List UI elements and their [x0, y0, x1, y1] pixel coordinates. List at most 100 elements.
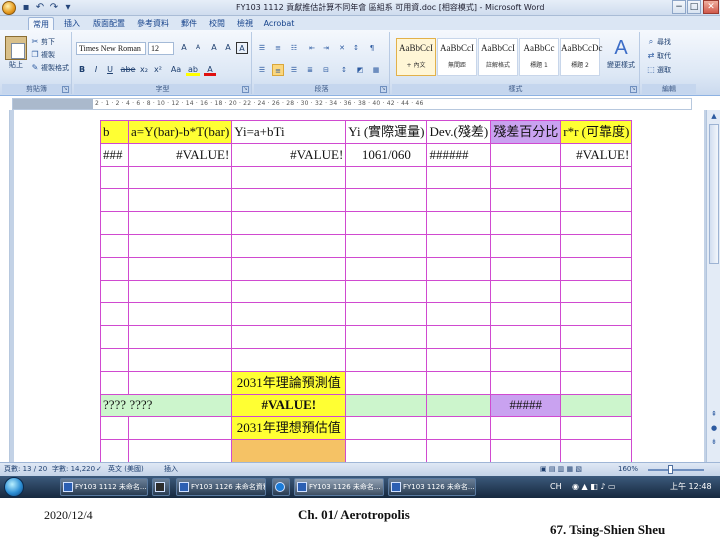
- asian-layout-icon[interactable]: ✕: [336, 42, 348, 54]
- tab-mailings[interactable]: 郵件: [178, 17, 200, 30]
- office-button[interactable]: [2, 1, 16, 15]
- table-cell[interactable]: [231, 279, 347, 304]
- decrease-indent-icon[interactable]: ⇤: [306, 42, 318, 54]
- phonetic-guide-button[interactable]: A: [222, 42, 234, 54]
- browse-object-icon[interactable]: ●: [709, 424, 719, 432]
- table-cell[interactable]: [127, 233, 233, 258]
- font-color-button[interactable]: A: [204, 64, 216, 76]
- style-heading-1[interactable]: AaBbCc 標題 1: [519, 38, 559, 76]
- tab-acrobat[interactable]: Acrobat: [262, 17, 296, 30]
- zoom-level[interactable]: 160%: [618, 463, 638, 476]
- minimize-button[interactable]: −: [672, 0, 686, 14]
- table-cell[interactable]: [231, 211, 347, 235]
- word-count[interactable]: 字數: 14,220: [52, 463, 95, 476]
- align-center-icon[interactable]: ≡: [272, 64, 284, 76]
- language-status[interactable]: 英文 (美國): [108, 463, 144, 476]
- table-cell[interactable]: [490, 279, 562, 304]
- subscript-button[interactable]: x₂: [138, 64, 150, 76]
- document-page[interactable]: b a=Y(bar)-b*T(bar) Yi=a+bTi Yi (實際運量) D…: [14, 110, 704, 463]
- table-cell[interactable]: [100, 211, 129, 235]
- table-cell[interactable]: [490, 370, 562, 395]
- table-cell[interactable]: ######: [426, 142, 492, 167]
- table-cell[interactable]: b: [100, 120, 129, 144]
- table-cell[interactable]: [127, 325, 233, 349]
- table-cell[interactable]: [560, 347, 633, 372]
- table-cell[interactable]: [490, 211, 562, 235]
- table-cell[interactable]: [100, 256, 129, 281]
- clipboard-launcher[interactable]: ↘: [62, 86, 69, 93]
- table-cell[interactable]: [426, 393, 492, 418]
- table-cell[interactable]: [560, 188, 633, 213]
- table-cell[interactable]: [345, 188, 428, 213]
- increase-indent-icon[interactable]: ⇥: [320, 42, 332, 54]
- tab-review[interactable]: 校閱: [206, 17, 228, 30]
- underline-button[interactable]: U: [104, 64, 116, 76]
- table-cell[interactable]: [100, 325, 129, 349]
- start-button[interactable]: [4, 477, 24, 497]
- table-cell[interactable]: [490, 302, 562, 327]
- style-normal[interactable]: AaBbCcI + 內文: [396, 38, 436, 76]
- table-cell[interactable]: [560, 370, 633, 395]
- show-marks-icon[interactable]: ¶: [366, 42, 378, 54]
- tab-insert[interactable]: 插入: [60, 17, 84, 30]
- scroll-up-icon[interactable]: ▲: [709, 112, 719, 120]
- table-cell[interactable]: 1061/060: [345, 142, 428, 167]
- table-cell[interactable]: [231, 256, 347, 281]
- table-cell[interactable]: [490, 233, 562, 258]
- save-icon[interactable]: ▪: [20, 2, 32, 14]
- style-annotation[interactable]: AaBbCcI 註解格式: [478, 38, 518, 76]
- table-cell[interactable]: [426, 279, 492, 304]
- table-cell[interactable]: [490, 142, 562, 167]
- table-cell[interactable]: [345, 233, 428, 258]
- tray-icons[interactable]: ◉ ▲ ◧ ♪ ▭: [572, 476, 616, 498]
- table-cell[interactable]: [426, 233, 492, 258]
- table-cell[interactable]: [345, 279, 428, 304]
- table-cell[interactable]: [100, 165, 129, 190]
- justify-icon[interactable]: ≣: [304, 64, 316, 76]
- redo-icon[interactable]: ↷: [48, 2, 60, 14]
- table-cell[interactable]: [560, 279, 633, 304]
- table-cell[interactable]: [345, 211, 428, 235]
- style-no-spacing[interactable]: AaBbCcI 無間距: [437, 38, 477, 76]
- tab-view[interactable]: 檢視: [234, 17, 256, 30]
- table-cell[interactable]: [100, 233, 129, 258]
- table-cell[interactable]: [490, 165, 562, 190]
- table-cell[interactable]: [426, 188, 492, 213]
- table-cell[interactable]: [560, 165, 633, 190]
- table-cell[interactable]: [231, 325, 347, 349]
- table-cell[interactable]: [490, 188, 562, 213]
- table-cell[interactable]: [345, 439, 428, 463]
- insert-mode[interactable]: 插入: [164, 463, 178, 476]
- table-cell[interactable]: [490, 347, 562, 372]
- table-cell[interactable]: [560, 416, 633, 441]
- table-cell[interactable]: [345, 416, 428, 441]
- zoom-slider-knob[interactable]: [668, 465, 673, 474]
- align-left-icon[interactable]: ☰: [256, 64, 268, 76]
- change-styles-button[interactable]: A 變更樣式: [606, 36, 636, 70]
- font-size-select[interactable]: 12: [148, 42, 174, 55]
- table-cell[interactable]: [490, 439, 562, 463]
- scroll-thumb[interactable]: [709, 124, 719, 264]
- table-cell[interactable]: [100, 347, 129, 372]
- next-page-icon[interactable]: ⇟: [709, 438, 719, 446]
- table-cell[interactable]: [127, 256, 233, 281]
- table-cell[interactable]: Dev.(殘差): [426, 120, 492, 144]
- tab-references[interactable]: 參考資料: [134, 17, 172, 30]
- table-cell[interactable]: [231, 165, 347, 190]
- taskbar-ie[interactable]: [272, 478, 290, 496]
- numbering-icon[interactable]: ≡: [272, 42, 284, 54]
- clear-format-button[interactable]: A: [208, 42, 220, 54]
- table-cell[interactable]: #VALUE!: [231, 393, 347, 418]
- table-cell[interactable]: [100, 302, 129, 327]
- style-heading-2[interactable]: AaBbCcDc 標題 2: [560, 38, 603, 76]
- horizontal-ruler[interactable]: 2 · 1 · 2 · 4 · 6 · 8 · 10 · 12 · 14 · 1…: [12, 98, 692, 110]
- bold-button[interactable]: B: [76, 64, 88, 76]
- distributed-icon[interactable]: ⊟: [320, 64, 332, 76]
- clock[interactable]: 上午 12:48: [670, 476, 712, 498]
- table-cell[interactable]: [127, 302, 233, 327]
- table-cell[interactable]: [100, 279, 129, 304]
- table-cell[interactable]: [426, 165, 492, 190]
- taskbar-window-1[interactable]: FY103 1112 未命名...: [60, 478, 148, 496]
- table-cell[interactable]: ###: [100, 142, 129, 167]
- table-cell[interactable]: Yi (實際運量): [345, 120, 428, 144]
